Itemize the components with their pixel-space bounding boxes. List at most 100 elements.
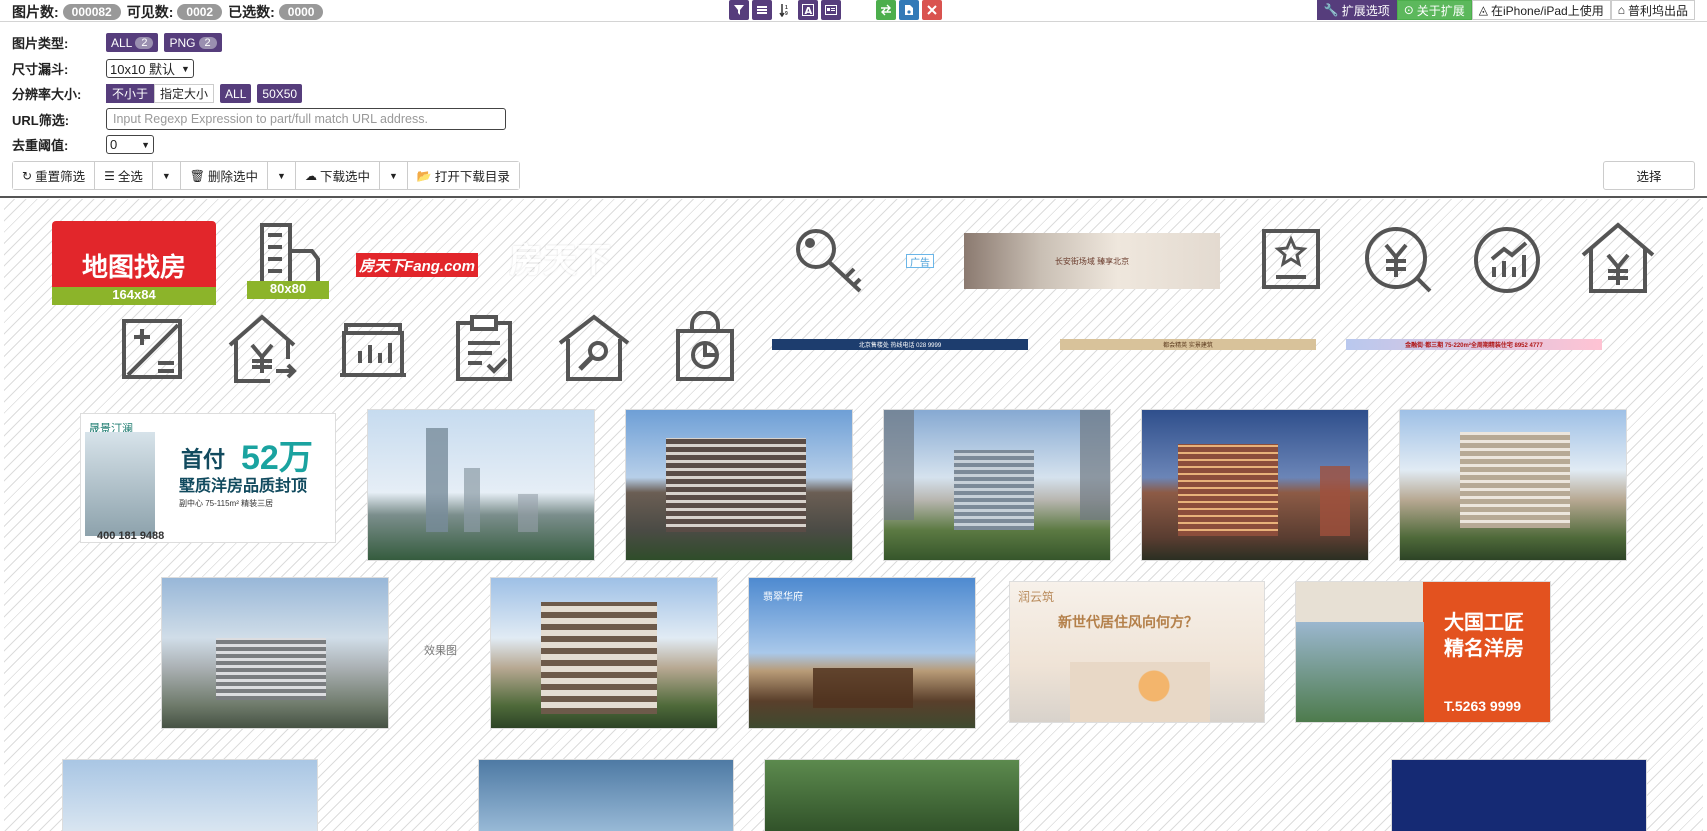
delete-selected-button[interactable]: 🗑 删除选中 bbox=[180, 162, 269, 189]
image-photo-apartment-3[interactable] bbox=[1399, 409, 1627, 561]
image-fang-logo[interactable]: 房天下Fang.com bbox=[356, 253, 478, 277]
image-ad-row5-blue[interactable] bbox=[1391, 759, 1647, 831]
select-all-button[interactable]: ☰ 全选 bbox=[95, 162, 153, 189]
id-card-icon[interactable] bbox=[821, 0, 841, 20]
select-all-dropdown[interactable]: ▼ bbox=[152, 162, 181, 189]
action-button-group: ↻ 重置筛选 ☰ 全选 ▼ 🗑 删除选中 ▼ ☁ 下载选中 ▼ 📂 打开下载目录 bbox=[12, 161, 520, 190]
text-icon[interactable]: A bbox=[798, 0, 818, 20]
ad-cream-headline: 新世代居住风向何方？ bbox=[1058, 614, 1198, 630]
key-icon[interactable] bbox=[794, 225, 870, 297]
sort-icon[interactable]: 19 bbox=[775, 0, 795, 20]
dedup-filter-label: 去重阈值: bbox=[12, 138, 69, 153]
size-funnel-value: 10x10 默认 bbox=[110, 62, 176, 77]
image-gallery: 地图找房 164x84 80x80 房天下Fang.com 房天下 fang.c… bbox=[4, 199, 1703, 831]
image-photo-apartment-1[interactable] bbox=[625, 409, 853, 561]
url-filter-row: URL筛选: Input Regexp Expression to part/f… bbox=[12, 108, 506, 130]
ad1-sub: 副中心 75-115m² 精装三居 bbox=[179, 499, 274, 508]
type-filter-label: 图片类型: bbox=[12, 36, 69, 51]
star-document-icon[interactable] bbox=[1260, 227, 1322, 291]
open-download-dir-button[interactable]: 📂 打开下载目录 bbox=[407, 162, 519, 189]
type-png-tag[interactable]: PNG 2 bbox=[164, 33, 222, 52]
swap-icon[interactable] bbox=[876, 0, 896, 20]
image-banner-c[interactable]: 金融街·都三期 75-220m²全周期精装住宅 8952 4777 bbox=[1346, 339, 1602, 350]
house-exchange-icon[interactable] bbox=[226, 313, 302, 385]
image-photo-gate[interactable]: 翡翠华府 bbox=[748, 577, 976, 729]
refresh-icon: ↻ bbox=[22, 168, 33, 183]
close-icon[interactable] bbox=[922, 0, 942, 20]
image-photo-row5-2[interactable] bbox=[478, 759, 734, 831]
about-button[interactable]: ⊙ 关于扩展 bbox=[1396, 0, 1472, 20]
home-icon: ⌂ bbox=[1617, 3, 1625, 17]
ext-options-button[interactable]: 🔧 扩展选项 bbox=[1316, 0, 1397, 20]
bag-pie-icon[interactable] bbox=[674, 311, 736, 383]
info-circle-icon: ⊙ bbox=[1403, 3, 1414, 17]
image-dimension-tag: 164x84 bbox=[52, 287, 216, 305]
image-photo-row5-3[interactable] bbox=[764, 759, 1020, 831]
filter-icon[interactable] bbox=[729, 0, 749, 20]
apple-icon: ◬ bbox=[1478, 3, 1489, 17]
images-count-badge: 000082 bbox=[62, 4, 121, 20]
image-banner-a[interactable]: 北京售楼处 热线电话 028 9999 bbox=[772, 339, 1028, 350]
delete-selected-label: 删除选中 bbox=[208, 170, 259, 184]
type-all-tag[interactable]: ALL 2 bbox=[106, 33, 159, 52]
type-filter-row: 图片类型: ALL 2 PNG 2 bbox=[12, 33, 228, 52]
image-label-xiaoguo[interactable]: 效果图 bbox=[424, 642, 464, 658]
house-wrench-icon[interactable] bbox=[556, 313, 632, 383]
image-photo-terrace[interactable] bbox=[490, 577, 718, 729]
image-ad-jingting[interactable]: 晟景汀澜 首付 52万 墅质洋房品质封顶 副中心 75-115m² 精装三居 4… bbox=[80, 413, 336, 543]
dedup-filter-row: 去重阈值: 0 ▼ bbox=[12, 135, 154, 154]
resolution-50-tag[interactable]: 50X50 bbox=[257, 84, 303, 103]
yuan-search-icon[interactable] bbox=[1362, 225, 1436, 297]
ad-cream-brand: 润云筑 bbox=[1018, 590, 1055, 604]
resolution-mode-toggle: 不小于 指定大小 bbox=[106, 84, 215, 103]
iphone-button[interactable]: ◬ 在iPhone/iPad上使用 bbox=[1471, 0, 1611, 20]
open-download-dir-label: 打开下载目录 bbox=[434, 170, 510, 184]
delete-dropdown[interactable]: ▼ bbox=[268, 162, 296, 189]
caret-down-icon: ▼ bbox=[388, 170, 398, 181]
image-banner-b[interactable]: 都会精英 实景建筑 bbox=[1060, 339, 1316, 350]
chevron-down-icon: ▼ bbox=[181, 63, 190, 74]
image-photo-apartment-dusk[interactable] bbox=[1141, 409, 1369, 561]
image-photo-tower[interactable] bbox=[367, 409, 595, 561]
image-white-logo[interactable]: 房天下 fang.com bbox=[509, 233, 769, 283]
resolution-all-tag[interactable]: ALL bbox=[220, 84, 252, 103]
ad-orange-headline-1: 大国工匠 bbox=[1444, 612, 1524, 634]
reset-filter-label: 重置筛选 bbox=[35, 170, 86, 184]
select-all-label: 全选 bbox=[117, 170, 143, 184]
file-icon[interactable] bbox=[899, 0, 919, 20]
url-filter-input[interactable]: Input Regexp Expression to part/full mat… bbox=[106, 108, 506, 130]
resolution-exact-button[interactable]: 指定大小 bbox=[154, 84, 215, 103]
size-funnel-select[interactable]: 10x10 默认 ▼ bbox=[106, 59, 194, 78]
image-ad-orange[interactable]: 大国工匠 精名洋房 T.5263 9999 bbox=[1295, 581, 1551, 723]
resolution-filter-row: 分辨率大小: 不小于 指定大小 ALL 50X50 bbox=[12, 84, 308, 103]
image-photo-row5-1[interactable] bbox=[62, 759, 318, 831]
image-photo-lowrise[interactable] bbox=[161, 577, 389, 729]
reset-filter-button[interactable]: ↻ 重置筛选 bbox=[13, 162, 96, 189]
ad1-phone: 400 181 9488 bbox=[97, 530, 165, 542]
type-all-name: ALL bbox=[111, 35, 133, 50]
chevron-down-icon: ▼ bbox=[141, 139, 150, 150]
publisher-button[interactable]: ⌂ 普利坞出品 bbox=[1610, 0, 1695, 20]
resolution-min-button[interactable]: 不小于 bbox=[106, 84, 155, 103]
image-banner-estate[interactable]: 长安街场域 臻享北京 bbox=[964, 233, 1220, 289]
image-ad-tag[interactable]: 广告 bbox=[906, 254, 934, 268]
clipboard-check-icon[interactable] bbox=[454, 313, 514, 383]
filter-panel: 图片类型: ALL 2 PNG 2 尺寸漏斗: 10x10 默认 ▼ 分辨率大小… bbox=[0, 23, 1707, 198]
svg-text:A: A bbox=[805, 6, 813, 16]
dedup-threshold-select[interactable]: 0 ▼ bbox=[106, 135, 154, 154]
header-right-buttons: 🔧 扩展选项 ⊙ 关于扩展 ◬ 在iPhone/iPad上使用 ⌂ 普利坞出品 bbox=[1316, 0, 1695, 20]
type-png-name: PNG bbox=[169, 35, 196, 50]
plus-minus-icon[interactable] bbox=[120, 317, 184, 381]
select-button[interactable]: 选择 bbox=[1603, 161, 1695, 190]
chart-growth-icon[interactable] bbox=[1472, 225, 1542, 295]
trash-icon: 🗑 bbox=[189, 168, 206, 183]
storefront-chart-icon[interactable] bbox=[338, 317, 408, 379]
download-selected-button[interactable]: ☁ 下载选中 bbox=[295, 162, 380, 189]
image-photo-apartment-2[interactable] bbox=[883, 409, 1111, 561]
ad1-building bbox=[85, 432, 155, 536]
type-png-count: 2 bbox=[198, 36, 217, 49]
house-yuan-icon[interactable] bbox=[1579, 221, 1657, 295]
download-dropdown[interactable]: ▼ bbox=[379, 162, 408, 189]
list-icon[interactable] bbox=[752, 0, 772, 20]
image-ad-cream[interactable]: 润云筑 新世代居住风向何方？ bbox=[1009, 581, 1265, 723]
